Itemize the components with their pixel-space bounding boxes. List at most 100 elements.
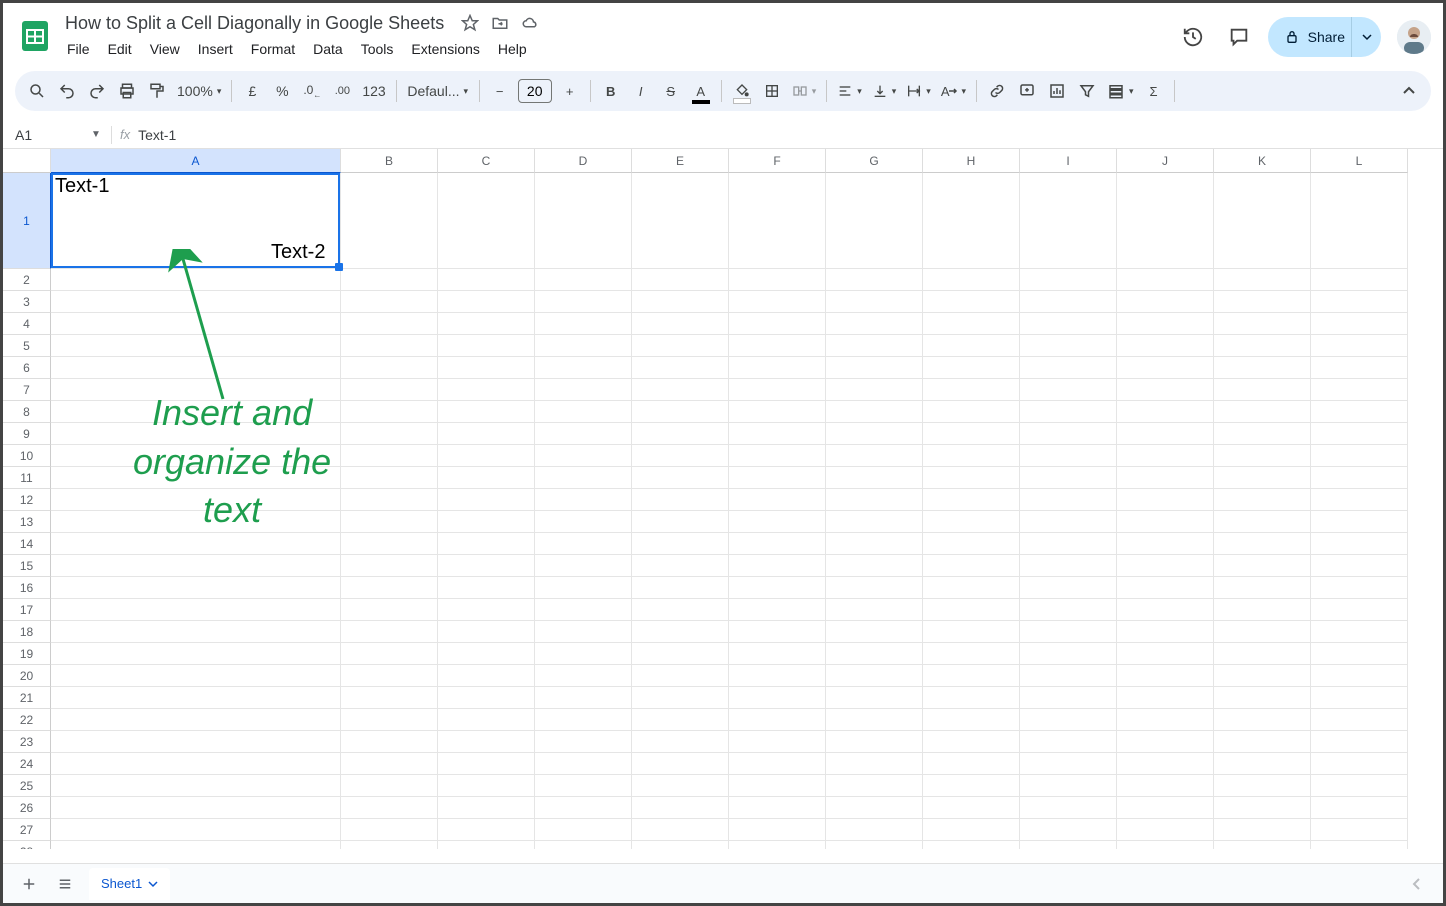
row-header[interactable]: 1 [3,173,51,269]
grid-cell[interactable] [341,401,438,423]
grid-cell[interactable] [1117,577,1214,599]
grid-cell[interactable] [1020,511,1117,533]
grid-cell[interactable] [535,731,632,753]
insert-comment-icon[interactable] [1013,76,1041,106]
grid-cell[interactable] [826,173,923,269]
grid-cell[interactable] [1117,269,1214,291]
column-header[interactable]: F [729,149,826,173]
grid-cell[interactable] [729,841,826,849]
grid-cell[interactable] [826,775,923,797]
grid-cell[interactable] [1311,423,1408,445]
column-header[interactable]: L [1311,149,1408,173]
grid-cell[interactable] [51,533,341,555]
grid-cell[interactable] [341,533,438,555]
grid-cell[interactable] [729,423,826,445]
sheet-tab-menu-icon[interactable] [148,879,158,889]
strikethrough-icon[interactable]: S [657,76,685,106]
share-button[interactable]: Share [1268,17,1361,57]
grid-cell[interactable] [51,599,341,621]
grid-cell[interactable] [51,731,341,753]
grid-cell[interactable] [1311,335,1408,357]
grid-cell[interactable] [341,819,438,841]
grid-cell[interactable] [632,599,729,621]
undo-icon[interactable] [53,76,81,106]
row-header[interactable]: 2 [3,269,51,291]
grid-cell[interactable] [1311,269,1408,291]
grid-cell[interactable] [51,401,341,423]
grid-cell[interactable] [51,709,341,731]
grid-cell[interactable] [729,687,826,709]
text-color-icon[interactable]: A [687,76,715,106]
grid-cell[interactable] [341,775,438,797]
grid-cell[interactable] [923,841,1020,849]
grid-cell[interactable] [729,511,826,533]
menu-extensions[interactable]: Extensions [403,37,487,61]
grid-cell[interactable] [1214,291,1311,313]
spreadsheet-grid[interactable]: ABCDEFGHIJKL 123456789101112131415161718… [3,149,1443,849]
grid-cell[interactable] [923,489,1020,511]
grid-cell[interactable] [1311,709,1408,731]
grid-cell[interactable] [535,797,632,819]
grid-cell[interactable] [826,577,923,599]
grid-cell[interactable] [923,753,1020,775]
grid-cell[interactable] [1020,555,1117,577]
grid-cell[interactable] [535,511,632,533]
grid-cell[interactable] [632,665,729,687]
grid-cell[interactable] [1311,533,1408,555]
row-header[interactable]: 16 [3,577,51,599]
grid-cell[interactable] [51,445,341,467]
grid-cell[interactable] [826,467,923,489]
menu-format[interactable]: Format [243,37,303,61]
grid-cell[interactable] [341,709,438,731]
grid-cell[interactable] [535,841,632,849]
row-header[interactable]: 12 [3,489,51,511]
insert-chart-icon[interactable] [1043,76,1071,106]
grid-cell[interactable] [1311,577,1408,599]
grid-cell[interactable] [1214,621,1311,643]
grid-cell[interactable] [1020,423,1117,445]
grid-cell[interactable] [1214,467,1311,489]
print-icon[interactable] [113,76,141,106]
grid-cell[interactable] [438,269,535,291]
grid-cell[interactable] [51,467,341,489]
grid-cell[interactable] [1311,291,1408,313]
grid-cell[interactable] [826,797,923,819]
grid-cell[interactable] [923,445,1020,467]
grid-cell[interactable] [1214,731,1311,753]
grid-cell[interactable] [341,665,438,687]
grid-cell[interactable] [923,379,1020,401]
grid-cell[interactable] [51,379,341,401]
grid-cell[interactable] [632,775,729,797]
grid-cell[interactable] [341,687,438,709]
grid-cell[interactable] [826,357,923,379]
grid-cell[interactable] [51,797,341,819]
grid-cell[interactable] [51,841,341,849]
grid-cell[interactable] [826,841,923,849]
grid-cell[interactable] [826,313,923,335]
grid-cell[interactable] [1214,269,1311,291]
grid-cell[interactable] [923,291,1020,313]
grid-cell[interactable] [535,643,632,665]
grid-cell[interactable] [729,643,826,665]
grid-cell[interactable] [51,687,341,709]
grid-cell[interactable] [729,555,826,577]
grid-cell[interactable] [535,555,632,577]
grid-cell[interactable] [438,841,535,849]
grid-cell[interactable] [923,423,1020,445]
grid-cell[interactable] [923,731,1020,753]
grid-cell[interactable] [1117,775,1214,797]
grid-cell[interactable] [341,173,438,269]
column-header[interactable]: E [632,149,729,173]
grid-cell[interactable] [341,269,438,291]
grid-cell[interactable] [632,489,729,511]
grid-cell[interactable] [729,775,826,797]
grid-cell[interactable] [729,665,826,687]
grid-cell[interactable] [438,313,535,335]
grid-cell[interactable] [438,173,535,269]
menu-data[interactable]: Data [305,37,351,61]
grid-cell[interactable] [1311,467,1408,489]
font-size-input[interactable]: 20 [518,79,552,103]
row-header[interactable]: 3 [3,291,51,313]
grid-cell[interactable] [1020,797,1117,819]
row-header[interactable]: 4 [3,313,51,335]
